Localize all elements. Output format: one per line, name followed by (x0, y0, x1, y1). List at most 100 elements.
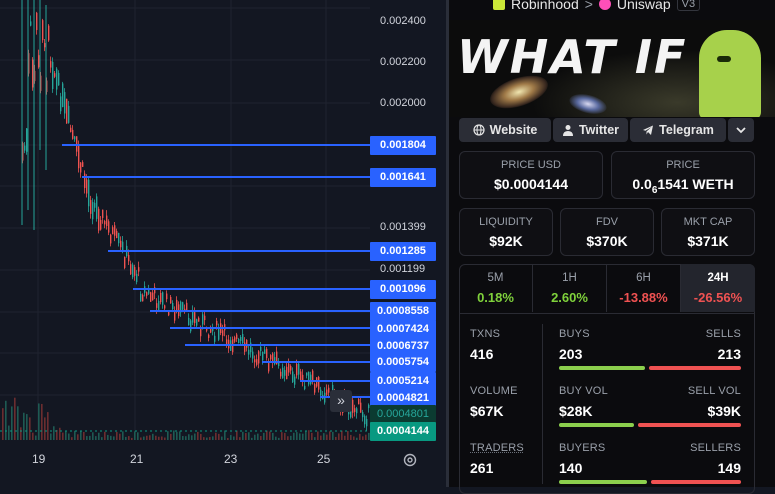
buy-vol-bar (559, 423, 634, 427)
candle-body (244, 343, 245, 352)
candle-body (96, 196, 97, 219)
candle-body (164, 305, 165, 308)
volume-bar (128, 436, 130, 440)
candle-body (210, 328, 211, 332)
candle-body (282, 368, 283, 379)
volume-bar (299, 433, 301, 440)
candle-body (138, 267, 139, 271)
tab-1h-change: 2.60% (533, 290, 606, 305)
candle-body (98, 209, 99, 231)
telegram-icon (642, 124, 654, 136)
candle-body (168, 311, 169, 315)
tab-6h-change: -13.88% (607, 290, 680, 305)
dex-name[interactable]: Uniswap (617, 0, 671, 12)
price-native-label: PRICE (612, 159, 754, 171)
candle-body (182, 302, 183, 310)
more-links-button[interactable] (728, 118, 754, 142)
sells-bar (649, 366, 741, 370)
candle-body (158, 301, 159, 312)
hline-price-tag[interactable]: 0.001641 (370, 168, 436, 187)
chain-name[interactable]: Robinhood (511, 0, 579, 12)
candle-body (318, 377, 319, 390)
pair-info-panel: Robinhood > Uniswap V3 WHAT IF Website T… (449, 0, 775, 487)
twitter-button[interactable]: Twitter (553, 118, 628, 142)
volume-bar (272, 433, 274, 440)
price-chart[interactable]: 0.002400 0.002200 0.002000 0.001399 0.00… (0, 0, 446, 487)
liquidity-card: LIQUIDITY $92K (459, 208, 553, 256)
hline-price-tag[interactable]: 0.001804 (370, 136, 436, 155)
volume-bar (23, 413, 25, 440)
volume-bar (326, 435, 328, 440)
volume-bar (362, 436, 364, 440)
traders-value: 261 (470, 460, 493, 476)
tab-24h[interactable]: 24H -26.56% (681, 264, 755, 312)
volume-bar (269, 432, 271, 440)
website-button[interactable]: Website (459, 118, 551, 142)
volume-bar (38, 403, 40, 440)
scroll-to-realtime-button[interactable]: » (330, 390, 352, 412)
volume-bar (359, 434, 361, 440)
tab-6h[interactable]: 6H -13.88% (607, 264, 681, 312)
buyers-bar (559, 480, 647, 484)
candle-body (260, 347, 261, 351)
volume-bar (8, 426, 10, 440)
volume-bar (317, 431, 319, 440)
version-badge: V3 (677, 0, 700, 11)
volume-bar (50, 433, 52, 440)
candle-body (284, 370, 285, 376)
candle-body (80, 163, 81, 173)
volume-bar (191, 435, 193, 440)
volume-bar (218, 434, 220, 440)
volume-bar (5, 401, 7, 440)
tab-5m[interactable]: 5M 0.18% (459, 264, 533, 312)
buys-bar (559, 366, 645, 370)
candle-body (146, 292, 147, 296)
telegram-button[interactable]: Telegram (630, 118, 726, 142)
tab-6h-label: 6H (607, 272, 680, 284)
candle-body (320, 390, 321, 396)
volume-bar (257, 434, 259, 440)
candle-body (52, 62, 53, 89)
volume-bar (35, 436, 37, 440)
price-native-card: PRICE 0.061541 WETH (611, 151, 755, 199)
volume-bar (98, 433, 100, 440)
candle-body (162, 292, 163, 304)
hline-price-tag[interactable]: 0.001096 (370, 280, 436, 299)
hline-price-tag[interactable]: 0.001285 (370, 242, 436, 261)
candle-body (108, 221, 109, 232)
alien-figure (699, 30, 761, 117)
hline-price-tag[interactable]: 0.0008558 (370, 302, 436, 321)
candle-body (226, 339, 227, 344)
chart-settings-button[interactable] (402, 452, 418, 468)
candle-body (100, 220, 101, 230)
candle-body (152, 293, 153, 301)
fdv-value: $370K (561, 233, 653, 249)
y-tick-label: 0.001399 (380, 221, 426, 233)
volume-bar (344, 436, 346, 440)
tab-1h[interactable]: 1H 2.60% (533, 264, 607, 312)
candle-body (132, 265, 133, 278)
candle-body (286, 367, 287, 379)
x-tick-label: 21 (130, 452, 143, 466)
volume-bar (137, 432, 139, 440)
candle-body (72, 130, 73, 139)
candle-body (294, 377, 295, 385)
volume-bar (224, 431, 226, 440)
candle-body (268, 363, 269, 372)
candle-body (36, 13, 37, 30)
twitter-label: Twitter (579, 123, 619, 137)
mktcap-value: $371K (662, 233, 754, 249)
candle-body (38, 55, 39, 67)
breadcrumb: Robinhood > Uniswap V3 (493, 0, 700, 12)
website-label: Website (490, 123, 538, 137)
y-tick-label: 0.001199 (380, 263, 425, 275)
volume-bar (335, 437, 337, 440)
buy-vol-value: $28K (559, 403, 592, 419)
volume-bar (74, 431, 76, 440)
sell-vol-bar (638, 423, 741, 427)
hline-price-tag[interactable]: 0.0005754 (370, 353, 436, 372)
candle-body (218, 329, 219, 340)
candle-body (258, 351, 259, 363)
mktcap-card: MKT CAP $371K (661, 208, 755, 256)
candle-body (74, 136, 75, 139)
